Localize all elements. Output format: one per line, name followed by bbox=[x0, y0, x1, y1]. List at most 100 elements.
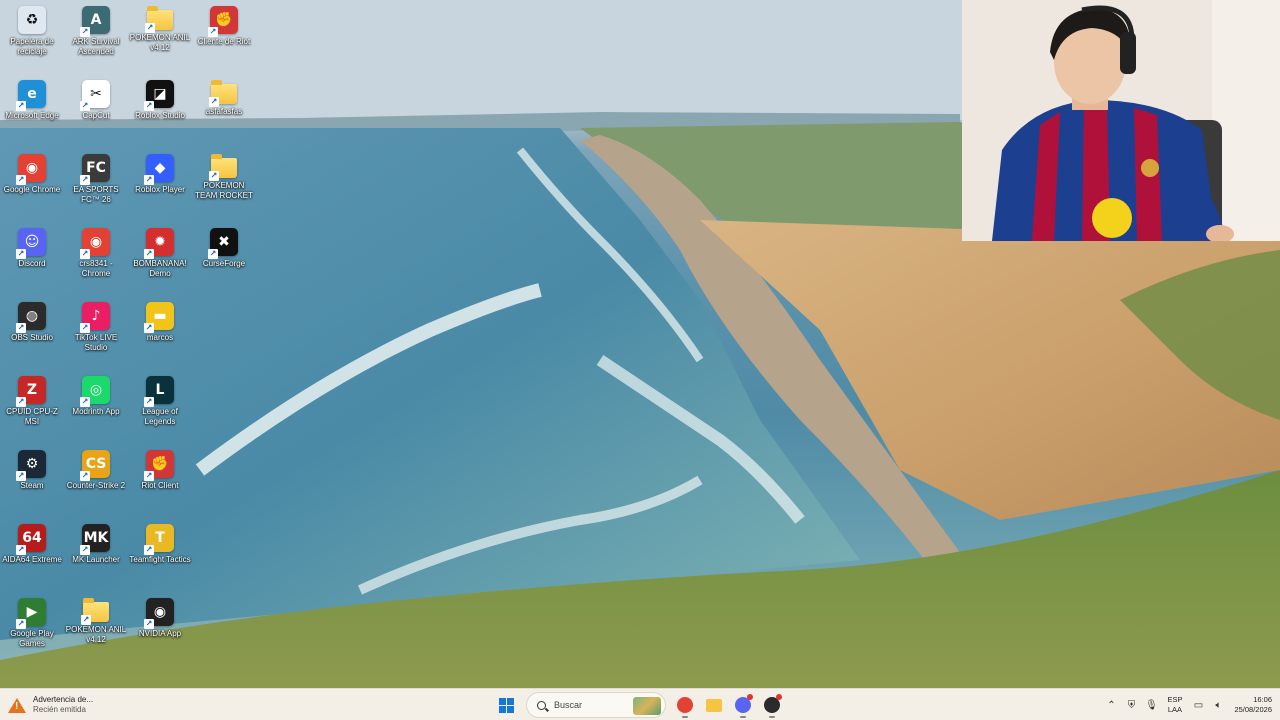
cpuz-icon: Z bbox=[16, 376, 46, 407]
language-indicator[interactable]: ESP LAA bbox=[1167, 695, 1182, 715]
desktop-icon-label: Discord bbox=[18, 259, 46, 268]
desktop-icon-label: League of Legends bbox=[142, 407, 178, 426]
desktop-icon[interactable]: ◉crs8341 - Chrome bbox=[64, 226, 128, 296]
desktop-icon[interactable]: eMicrosoft Edge bbox=[0, 78, 64, 148]
desktop-icon[interactable]: ◎Modrinth App bbox=[64, 374, 128, 444]
desktop-icon[interactable]: ✂CapCut bbox=[64, 78, 128, 148]
desktop-icon[interactable]: ◆Roblox Player bbox=[128, 152, 192, 222]
notification-subtitle: Recién emitida bbox=[33, 705, 86, 714]
desktop-icon[interactable]: ▬marcos bbox=[128, 300, 192, 370]
play-games-icon: ▶ bbox=[16, 598, 46, 629]
desktop-icon[interactable]: ZCPUID CPU-Z MSI bbox=[0, 374, 64, 444]
desktop-icon-label: Riot Client bbox=[141, 481, 179, 490]
desktop-icon-label: TikTok LIVE Studio bbox=[74, 333, 118, 352]
nvidia-icon: ◉ bbox=[144, 598, 174, 629]
desktop-icon[interactable]: POKEMON TEAM ROCKET bbox=[192, 152, 256, 222]
curseforge-icon: ✖ bbox=[208, 228, 238, 259]
windows-logo-icon bbox=[498, 697, 514, 713]
desktop-icon[interactable]: ⚙Steam bbox=[0, 448, 64, 518]
desktop-icon-label: Papelera de reciclaje bbox=[10, 37, 54, 56]
desktop-icon-label: EA SPORTS FC™ 26 bbox=[73, 185, 119, 204]
aida64-icon: 64 bbox=[16, 524, 46, 555]
security-icon[interactable]: ⛨ bbox=[1121, 691, 1141, 719]
desktop-icon-label: CapCut bbox=[82, 111, 110, 120]
warning-icon bbox=[8, 697, 26, 713]
tiktok-icon: ♪ bbox=[80, 302, 110, 333]
search-highlight-image bbox=[633, 697, 661, 715]
desktop-icon[interactable]: ✹BOMBANANA! Demo bbox=[128, 226, 192, 296]
desktop-icon[interactable]: MKMK Launcher bbox=[64, 522, 128, 592]
desktop-icon-label: ARK Survival Ascended bbox=[72, 37, 120, 56]
desktop-icon[interactable]: ✊Riot Client bbox=[128, 448, 192, 518]
desktop-icon[interactable]: ◉Google Chrome bbox=[0, 152, 64, 222]
desktop-icon[interactable]: 64AIDA64 Extreme bbox=[0, 522, 64, 592]
steam-icon: ⚙ bbox=[16, 450, 46, 481]
desktop-icon[interactable]: LLeague of Legends bbox=[128, 374, 192, 444]
desktop-icon[interactable]: FCEA SPORTS FC™ 26 bbox=[64, 152, 128, 222]
desktop-icon[interactable]: ◍OBS Studio bbox=[0, 300, 64, 370]
desktop-icon-label: Modrinth App bbox=[72, 407, 120, 416]
notification-widget[interactable]: Advertencia de... Recién emitida bbox=[8, 693, 93, 717]
mk-launcher-icon: MK bbox=[80, 524, 110, 555]
desktop-icon-label: CurseForge bbox=[202, 259, 246, 268]
notification-badge bbox=[747, 694, 753, 700]
file-explorer-icon bbox=[706, 698, 722, 712]
desktop-icon[interactable]: ♪TikTok LIVE Studio bbox=[64, 300, 128, 370]
microphone-icon[interactable]: 🎙︎ bbox=[1141, 691, 1161, 719]
bombanana-icon: ✹ bbox=[144, 228, 174, 259]
taskbar-pinned-apps bbox=[670, 691, 786, 719]
clock-time: 16:06 bbox=[1253, 695, 1272, 704]
start-button[interactable] bbox=[492, 691, 520, 719]
file-explorer-taskbar-icon[interactable] bbox=[700, 691, 728, 719]
desktop-icon[interactable]: ✊Cliente de Riot bbox=[192, 4, 256, 74]
desktop-icon[interactable]: ◪Roblox Studio bbox=[128, 78, 192, 148]
chrome-taskbar-icon[interactable] bbox=[671, 691, 699, 719]
taskbar-search-box[interactable]: Buscar bbox=[526, 692, 666, 718]
obs-icon: ◍ bbox=[16, 302, 46, 333]
desktop-icon[interactable]: ▶Google Play Games bbox=[0, 596, 64, 666]
desktop-icon-label: POKEMON ANIL v4.12 bbox=[129, 33, 191, 52]
desktop-icon[interactable]: AARK Survival Ascended bbox=[64, 4, 128, 74]
obs-taskbar-icon[interactable] bbox=[758, 691, 786, 719]
desktop-icon-label: MK Launcher bbox=[72, 555, 120, 564]
desktop-icon-label: NVIDIA App bbox=[138, 629, 182, 638]
search-placeholder: Buscar bbox=[554, 700, 583, 710]
chevron-up-icon[interactable]: ⌃ bbox=[1101, 691, 1121, 719]
desktop-icon[interactable]: ◉NVIDIA App bbox=[128, 596, 192, 666]
riot-client-icon: ✊ bbox=[208, 6, 238, 37]
clock[interactable]: 16:06 25/08/2026 bbox=[1234, 695, 1272, 715]
webcam-overlay bbox=[962, 0, 1280, 241]
desktop-icon-label: Roblox Player bbox=[135, 185, 185, 194]
keyboard-layout: LAA bbox=[1167, 705, 1183, 714]
desktop-icon[interactable]: asfafasfas bbox=[192, 78, 256, 148]
desktop-icon[interactable]: ☺Discord bbox=[0, 226, 64, 296]
taskbar: Advertencia de... Recién emitida Buscar … bbox=[0, 688, 1280, 720]
desktop-icon[interactable]: ✖CurseForge bbox=[192, 226, 256, 296]
eafc-icon: FC bbox=[80, 154, 110, 185]
language-code: ESP bbox=[1167, 695, 1183, 704]
desktop-icon-label: OBS Studio bbox=[11, 333, 53, 342]
desktop-icon-label: CPUID CPU-Z MSI bbox=[6, 407, 58, 426]
desktop-icon-label: Google Chrome bbox=[3, 185, 61, 194]
desktop-icon[interactable]: TTeamfight Tactics bbox=[128, 522, 192, 592]
capcut-icon: ✂ bbox=[80, 80, 110, 111]
desktop-icon-label: Steam bbox=[20, 481, 44, 490]
desktop-icon[interactable]: POKEMON ANIL v4.12 bbox=[64, 596, 128, 666]
notification-title: Advertencia de... bbox=[33, 695, 94, 704]
edge-icon: e bbox=[16, 80, 46, 111]
folder-icon bbox=[81, 598, 109, 625]
network-icon[interactable]: ▭ bbox=[1188, 691, 1208, 719]
desktop-icon-label: Roblox Studio bbox=[135, 111, 185, 120]
riot-client-icon: ✊ bbox=[144, 450, 174, 481]
roblox-studio-icon: ◪ bbox=[144, 80, 174, 111]
chrome-icon bbox=[677, 697, 693, 713]
desktop-icon[interactable]: ♻ Papelera de reciclaje bbox=[0, 4, 64, 74]
discord-taskbar-icon[interactable] bbox=[729, 691, 757, 719]
marcos-file-icon: ▬ bbox=[144, 302, 174, 333]
desktop-icon-label: crs8341 - Chrome bbox=[79, 259, 113, 278]
cs2-icon: CS bbox=[80, 450, 110, 481]
desktop-icon[interactable]: POKEMON ANIL v4.12 bbox=[128, 4, 192, 74]
volume-icon[interactable]: 🔈︎ bbox=[1208, 691, 1228, 719]
desktop-icon-label: Google Play Games bbox=[10, 629, 54, 648]
desktop-icon[interactable]: CSCounter-Strike 2 bbox=[64, 448, 128, 518]
